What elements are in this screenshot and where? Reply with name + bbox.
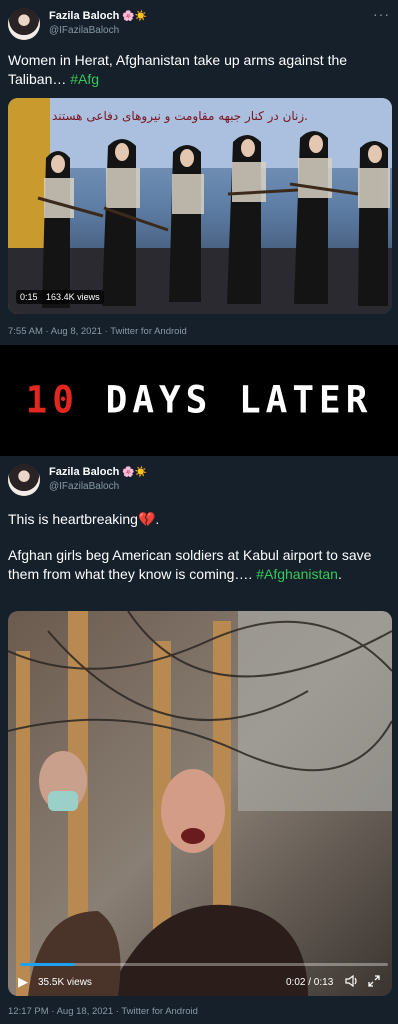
video-views: 35.5K views xyxy=(38,977,92,988)
volume-icon[interactable] xyxy=(345,974,359,990)
tweet-text-line1-end: . xyxy=(155,511,160,527)
author-emoji: 🌸☀️ xyxy=(122,11,148,22)
video-duration-text: 0:15 xyxy=(20,292,38,302)
author-name-text[interactable]: Fazila Baloch xyxy=(49,10,119,22)
avatar[interactable] xyxy=(8,464,40,496)
author-handle[interactable]: @IFazilaBaloch xyxy=(49,481,119,492)
avatar[interactable] xyxy=(8,8,40,40)
author-handle[interactable]: @IFazilaBaloch xyxy=(49,25,119,36)
days-label: DAYS LATER xyxy=(78,378,373,423)
timestamp[interactable]: 7:55 AM · Aug 8, 2021 · Twitter for Andr… xyxy=(8,326,187,337)
tweet-video[interactable]: ▶ 35.5K views 0:02 / 0:13 xyxy=(8,611,392,996)
tweet-text: Women in Herat, Afghanistan take up arms… xyxy=(8,51,390,89)
author-name-text[interactable]: Fazila Baloch xyxy=(49,466,119,478)
author-name[interactable]: Fazila Baloch 🌸☀️ xyxy=(49,466,147,478)
broken-heart-icon: 💔 xyxy=(137,511,156,527)
video-progress[interactable] xyxy=(20,963,388,966)
tweet-text-body: Afghan girls beg American soldiers at Ka… xyxy=(8,546,390,584)
tweet-2[interactable]: Fazila Baloch 🌸☀️ @IFazilaBaloch This is… xyxy=(0,456,398,1024)
days-later-text: 10 DAYS LATER xyxy=(26,379,373,422)
video-time: 0:02 / 0:13 xyxy=(286,977,334,988)
tweet-text: This is heartbreaking💔. Afghan girls beg… xyxy=(8,510,390,584)
tweet-text-line1-main: This is heartbreaking xyxy=(8,511,138,527)
tweet-text-main: Women in Herat, Afghanistan take up arms… xyxy=(8,52,348,87)
play-icon[interactable]: ▶ xyxy=(18,974,28,990)
tweet-text-line1: This is heartbreaking💔. xyxy=(8,510,390,529)
tweet-text-body-end: . xyxy=(337,566,342,582)
video-progress-fill xyxy=(20,963,76,966)
days-later-banner: 10 DAYS LATER xyxy=(0,345,398,456)
more-icon[interactable]: ··· xyxy=(373,6,390,22)
author-emoji: 🌸☀️ xyxy=(122,467,148,478)
author-name[interactable]: Fazila Baloch 🌸☀️ xyxy=(49,10,147,22)
hashtag-link[interactable]: #Afg xyxy=(70,71,99,87)
video-frame xyxy=(8,611,392,996)
days-number: 10 xyxy=(25,378,79,423)
video-duration: 0:15 163.4K views xyxy=(16,290,104,304)
hashtag-link[interactable]: #Afghanistan xyxy=(256,566,338,582)
video-views: 163.4K views xyxy=(46,292,100,302)
banner-text: زنان در کنار جبهه مقاومت و نیروهای دفاعی… xyxy=(52,109,308,124)
tweet-video[interactable]: زنان در کنار جبهه مقاومت و نیروهای دفاعی… xyxy=(8,98,392,314)
fullscreen-icon[interactable] xyxy=(368,975,380,990)
tweet-1[interactable]: Fazila Baloch 🌸☀️ @IFazilaBaloch ··· Wom… xyxy=(0,0,398,345)
timestamp[interactable]: 12:17 PM · Aug 18, 2021 · Twitter for An… xyxy=(8,1006,198,1017)
video-frame: زنان در کنار جبهه مقاومت و نیروهای دفاعی… xyxy=(8,98,392,314)
